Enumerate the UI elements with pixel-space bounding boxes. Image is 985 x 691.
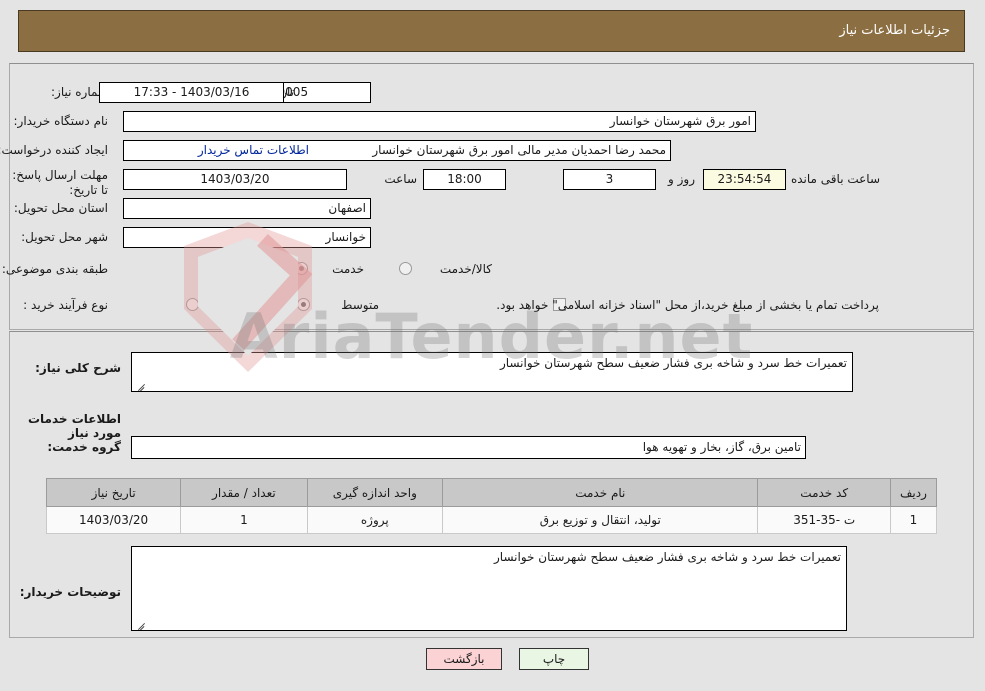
textarea-general-description[interactable]: تعمیرات خط سرد و شاخه بری فشار ضعیف سطح … [132,352,854,392]
radio-classification-2-label: کالا/خدمت [440,262,493,276]
field-days-left[interactable]: 3 [564,169,657,190]
radio-purchase-0[interactable] [187,298,200,311]
cell-row: 1 [890,506,939,534]
field-city[interactable]: خوانسار [124,227,372,248]
field-time-left[interactable]: 23:54:54 [704,169,787,190]
radio-classification-0-label: کالا [242,262,259,276]
label-hours-left: ساعت باقی مانده [791,172,881,186]
cell-name: تولید، انتقال و توزیع برق [443,506,760,534]
label-general-description: شرح کلی نیاز: [36,361,122,375]
field-province[interactable]: اصفهان [124,198,372,219]
label-city: شهر محل تحویل: [22,230,109,244]
label-buyer-notes: توضیحات خریدار: [20,585,122,599]
radio-classification-0[interactable] [201,262,214,275]
label-deadline: مهلت ارسال پاسخ: تا تاریخ: [13,168,109,197]
cell-code: ت -35-351 [758,506,892,534]
cell-date: 1403/03/20 [46,506,183,534]
resize-grip-icon-notes[interactable] [136,619,146,629]
radio-purchase-1-label: متوسط [342,298,380,312]
cell-unit: پروژه [307,506,445,534]
column-header-unit: واحد اندازه گیری [307,478,445,507]
label-days-and: روز و [669,172,696,186]
radio-purchase-1[interactable] [298,298,311,311]
field-buyer-org[interactable]: امور برق شهرستان خوانسار [124,111,757,132]
radio-purchase-0-label: جزیی [222,298,250,312]
radio-classification-1-label: خدمت [333,262,365,276]
page-title: جزئیات اطلاعات نیاز [840,23,951,38]
table-row: 1 ت -35-351 تولید، انتقال و توزیع برق پر… [46,506,939,534]
page-header-bar: جزئیات اطلاعات نیاز [19,10,966,52]
general-description-text: تعمیرات خط سرد و شاخه بری فشار ضعیف سطح … [501,356,848,370]
checkbox-treasury-bonds-label: پرداخت تمام یا بخشی از مبلغ خرید،از محل … [497,298,880,312]
column-header-name: نام خدمت [443,478,760,507]
label-purchase-type: نوع فرآیند خرید : [24,298,109,312]
label-service-group: گروه خدمت: [48,440,122,454]
field-service-group[interactable]: تامین برق، گاز، بخار و تهویه هوا [132,436,807,459]
label-province: استان محل تحویل: [14,201,109,215]
need-info-panel [10,63,975,330]
label-requester: ایجاد کننده درخواست: [0,143,109,157]
radio-classification-2[interactable] [400,262,413,275]
print-button[interactable]: چاپ [520,648,590,670]
label-classification: طبقه بندی موضوعی: [2,262,109,276]
resize-grip-icon[interactable] [136,380,146,390]
column-header-date: تاریخ نیاز [46,478,183,507]
buyer-notes-text: تعمیرات خط سرد و شاخه بری فشار ضعیف سطح … [495,550,842,564]
table-header-row: ردیف کد خدمت نام خدمت واحد اندازه گیری ت… [46,478,939,507]
back-button[interactable]: بازگشت [427,648,503,670]
column-header-code: کد خدمت [758,478,892,507]
radio-classification-1[interactable] [296,262,309,275]
field-public-announce[interactable]: 1403/03/16 - 17:33 [100,82,285,103]
field-deadline-hour[interactable]: 18:00 [424,169,507,190]
column-header-row: ردیف [890,478,939,507]
textarea-buyer-notes[interactable]: تعمیرات خط سرد و شاخه بری فشار ضعیف سطح … [132,546,848,631]
section-title-services: اطلاعات خدمات مورد نیاز [28,412,122,440]
column-header-qty: تعداد / مقدار [181,478,309,507]
label-hour: ساعت [385,172,418,186]
label-buyer-org: نام دستگاه خریدار: [14,114,110,128]
services-table: ردیف کد خدمت نام خدمت واحد اندازه گیری ت… [46,478,939,534]
cell-qty: 1 [181,506,309,534]
field-deadline-date[interactable]: 1403/03/20 [124,169,348,190]
link-buyer-contact[interactable]: اطلاعات تماس خریدار [199,143,310,157]
